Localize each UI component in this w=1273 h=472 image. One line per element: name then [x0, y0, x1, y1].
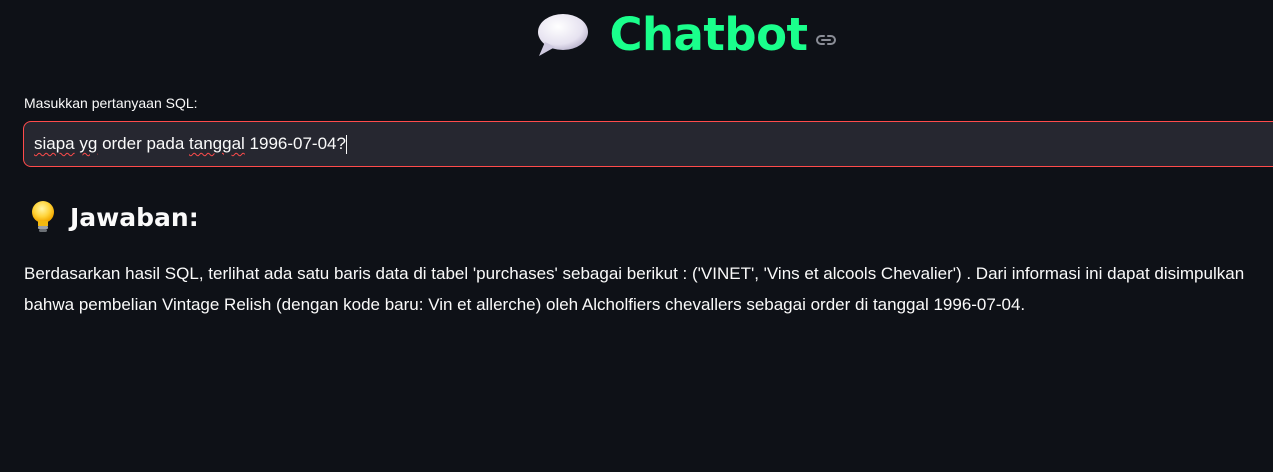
- speech-balloon-icon: [538, 13, 589, 56]
- sql-question-input[interactable]: siapa yg order pada tanggal 1996-07-04?: [23, 121, 1273, 167]
- input-value[interactable]: siapa yg order pada tanggal 1996-07-04?: [34, 134, 347, 154]
- light-bulb-icon: [32, 201, 54, 232]
- misspelled-word: siapa: [34, 133, 75, 153]
- input-text-segment: 1996-07-04?: [244, 133, 346, 153]
- query-label: Masukkan pertanyaan SQL:: [24, 95, 198, 111]
- page-title: Chatbot: [609, 8, 808, 61]
- misspelled-word: tanggal: [189, 133, 245, 153]
- answer-line: Berdasarkan hasil SQL, terlihat ada satu…: [24, 264, 1245, 283]
- answer-title: Jawaban:: [70, 202, 199, 232]
- answer-heading: Jawaban:: [30, 200, 199, 234]
- input-text-segment: order pada: [97, 133, 190, 153]
- link-icon[interactable]: [814, 28, 838, 52]
- misspelled-word: yg: [79, 133, 98, 153]
- answer-text: Berdasarkan hasil SQL, terlihat ada satu…: [24, 258, 1273, 320]
- answer-line: bahwa pembelian Vintage Relish (dengan k…: [24, 295, 1026, 314]
- text-caret: [345, 135, 347, 154]
- title-container: Chatbot: [535, 8, 837, 61]
- app-page: Chatbot Masukkan pertanyaan SQL: siapa y…: [0, 0, 1273, 472]
- title-row: Chatbot: [0, 8, 1273, 61]
